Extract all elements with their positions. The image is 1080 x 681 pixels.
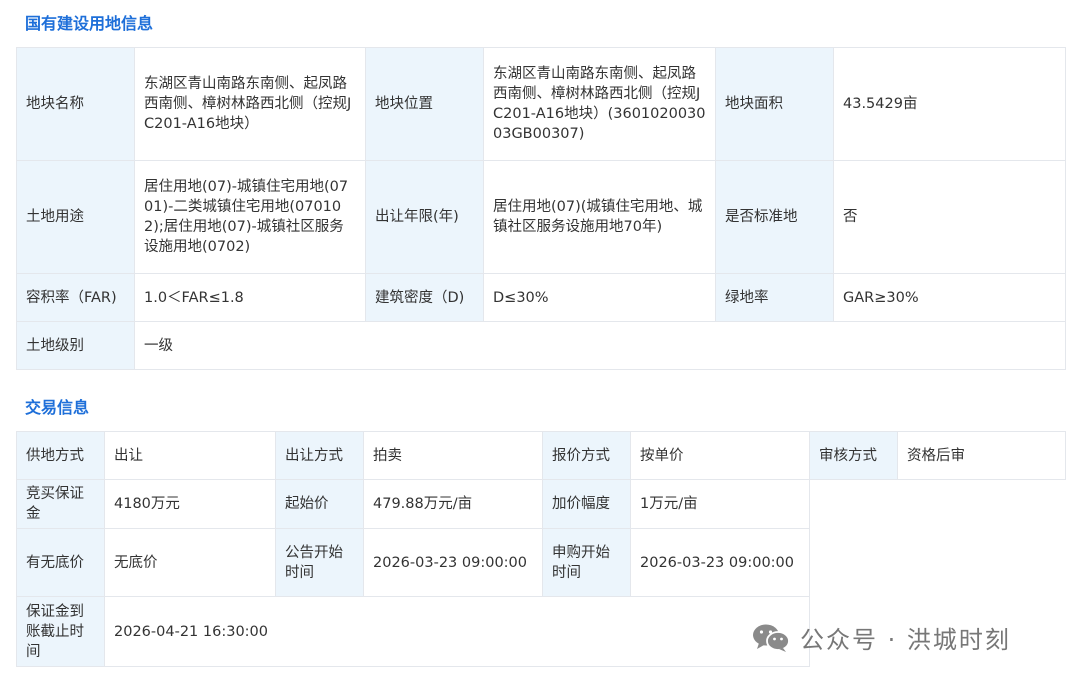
table-row: 竞买保证金 4180万元 起始价 479.88万元/亩 加价幅度 1万元/亩 [16, 479, 1066, 529]
apply-start-value: 2026-03-23 09:00:00 [630, 528, 810, 597]
land-grade-label: 土地级别 [16, 321, 135, 370]
parcel-name-value: 东湖区青山南路东南侧、起凤路西南侧、樟树林路西北侧（控规JC201-A16地块） [134, 47, 366, 161]
quote-method-value: 按单价 [630, 431, 810, 480]
parcel-name-label: 地块名称 [16, 47, 135, 161]
bid-increment-value: 1万元/亩 [630, 479, 810, 529]
deposit-deadline-label: 保证金到账截止时间 [16, 596, 105, 667]
apply-start-label: 申购开始时间 [542, 528, 631, 597]
reserve-price-label: 有无底价 [16, 528, 105, 597]
far-label: 容积率（FAR) [16, 273, 135, 322]
lease-term-label: 出让年限(年) [365, 160, 484, 274]
table-row: 容积率（FAR) 1.0＜FAR≤1.8 建筑密度（D) D≤30% 绿地率 G… [16, 273, 1066, 322]
deposit-deadline-value: 2026-04-21 16:30:00 [104, 596, 810, 667]
far-value: 1.0＜FAR≤1.8 [134, 273, 366, 322]
land-use-value: 居住用地(07)-城镇住宅用地(0701)-二类城镇住宅用地(070102);居… [134, 160, 366, 274]
supply-method-value: 出让 [104, 431, 276, 480]
quote-method-label: 报价方式 [542, 431, 631, 480]
standard-land-value: 否 [833, 160, 1066, 274]
parcel-location-value: 东湖区青山南路东南侧、起凤路西南侧、樟树林路西北侧（控规JC201-A16地块）… [483, 47, 716, 161]
watermark: 公众号 · 洪城时刻 [752, 620, 1011, 655]
building-density-label: 建筑密度（D) [365, 273, 484, 322]
bid-increment-label: 加价幅度 [542, 479, 631, 529]
reserve-price-value: 无底价 [104, 528, 276, 597]
review-method-label: 审核方式 [809, 431, 898, 480]
parcel-location-label: 地块位置 [365, 47, 484, 161]
watermark-text: 公众号 · 洪城时刻 [800, 626, 1011, 654]
starting-price-value: 479.88万元/亩 [363, 479, 543, 529]
land-info-table: 地块名称 东湖区青山南路东南侧、起凤路西南侧、樟树林路西北侧（控规JC201-A… [16, 47, 1066, 370]
deposit-label: 竞买保证金 [16, 479, 105, 529]
empty-cell [810, 529, 1066, 597]
table-row: 有无底价 无底价 公告开始时间 2026-03-23 09:00:00 申购开始… [16, 528, 1066, 597]
green-ratio-value: GAR≥30% [833, 273, 1066, 322]
trade-info-title: 交易信息 [25, 398, 90, 417]
transfer-method-value: 拍卖 [363, 431, 543, 480]
transfer-method-label: 出让方式 [275, 431, 364, 480]
empty-cell [810, 480, 1066, 529]
table-row: 土地级别 一级 [16, 321, 1066, 370]
green-ratio-label: 绿地率 [715, 273, 834, 322]
building-density-value: D≤30% [483, 273, 716, 322]
announce-start-label: 公告开始时间 [275, 528, 364, 597]
parcel-area-value: 43.5429亩 [833, 47, 1066, 161]
deposit-value: 4180万元 [104, 479, 276, 529]
announce-start-value: 2026-03-23 09:00:00 [363, 528, 543, 597]
review-method-value: 资格后审 [897, 431, 1066, 480]
land-use-label: 土地用途 [16, 160, 135, 274]
parcel-area-label: 地块面积 [715, 47, 834, 161]
supply-method-label: 供地方式 [16, 431, 105, 480]
table-row: 地块名称 东湖区青山南路东南侧、起凤路西南侧、樟树林路西北侧（控规JC201-A… [16, 47, 1066, 161]
land-info-title: 国有建设用地信息 [25, 14, 154, 33]
land-grade-value: 一级 [134, 321, 1066, 370]
table-row: 土地用途 居住用地(07)-城镇住宅用地(0701)-二类城镇住宅用地(0701… [16, 160, 1066, 274]
standard-land-label: 是否标准地 [715, 160, 834, 274]
table-row: 供地方式 出让 出让方式 拍卖 报价方式 按单价 审核方式 资格后审 [16, 431, 1066, 480]
starting-price-label: 起始价 [275, 479, 364, 529]
lease-term-value: 居住用地(07)(城镇住宅用地、城镇社区服务设施用地70年) [483, 160, 716, 274]
wechat-icon [753, 624, 790, 652]
